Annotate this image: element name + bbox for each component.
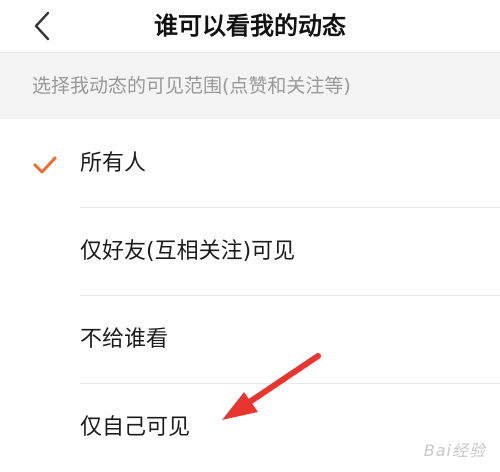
option-label: 所有人 [80, 151, 147, 176]
top-bar: 谁可以看我的动态 [0, 0, 500, 53]
section-label: 选择我动态的可见范围(点赞和关注等) [32, 75, 351, 97]
checkmark-icon [33, 156, 57, 174]
option-label: 不给谁看 [80, 327, 169, 352]
option-hide-from[interactable]: 不给谁看 [0, 296, 500, 384]
option-everyone[interactable]: 所有人 [0, 120, 500, 208]
watermark: Bai经验 [423, 441, 486, 460]
page-title: 谁可以看我的动态 [154, 12, 346, 40]
option-label: 仅自己可见 [80, 415, 191, 440]
option-label: 仅好友(互相关注)可见 [80, 239, 296, 264]
section-header: 选择我动态的可见范围(点赞和关注等) [0, 53, 500, 119]
option-friends-only[interactable]: 仅好友(互相关注)可见 [0, 208, 500, 296]
